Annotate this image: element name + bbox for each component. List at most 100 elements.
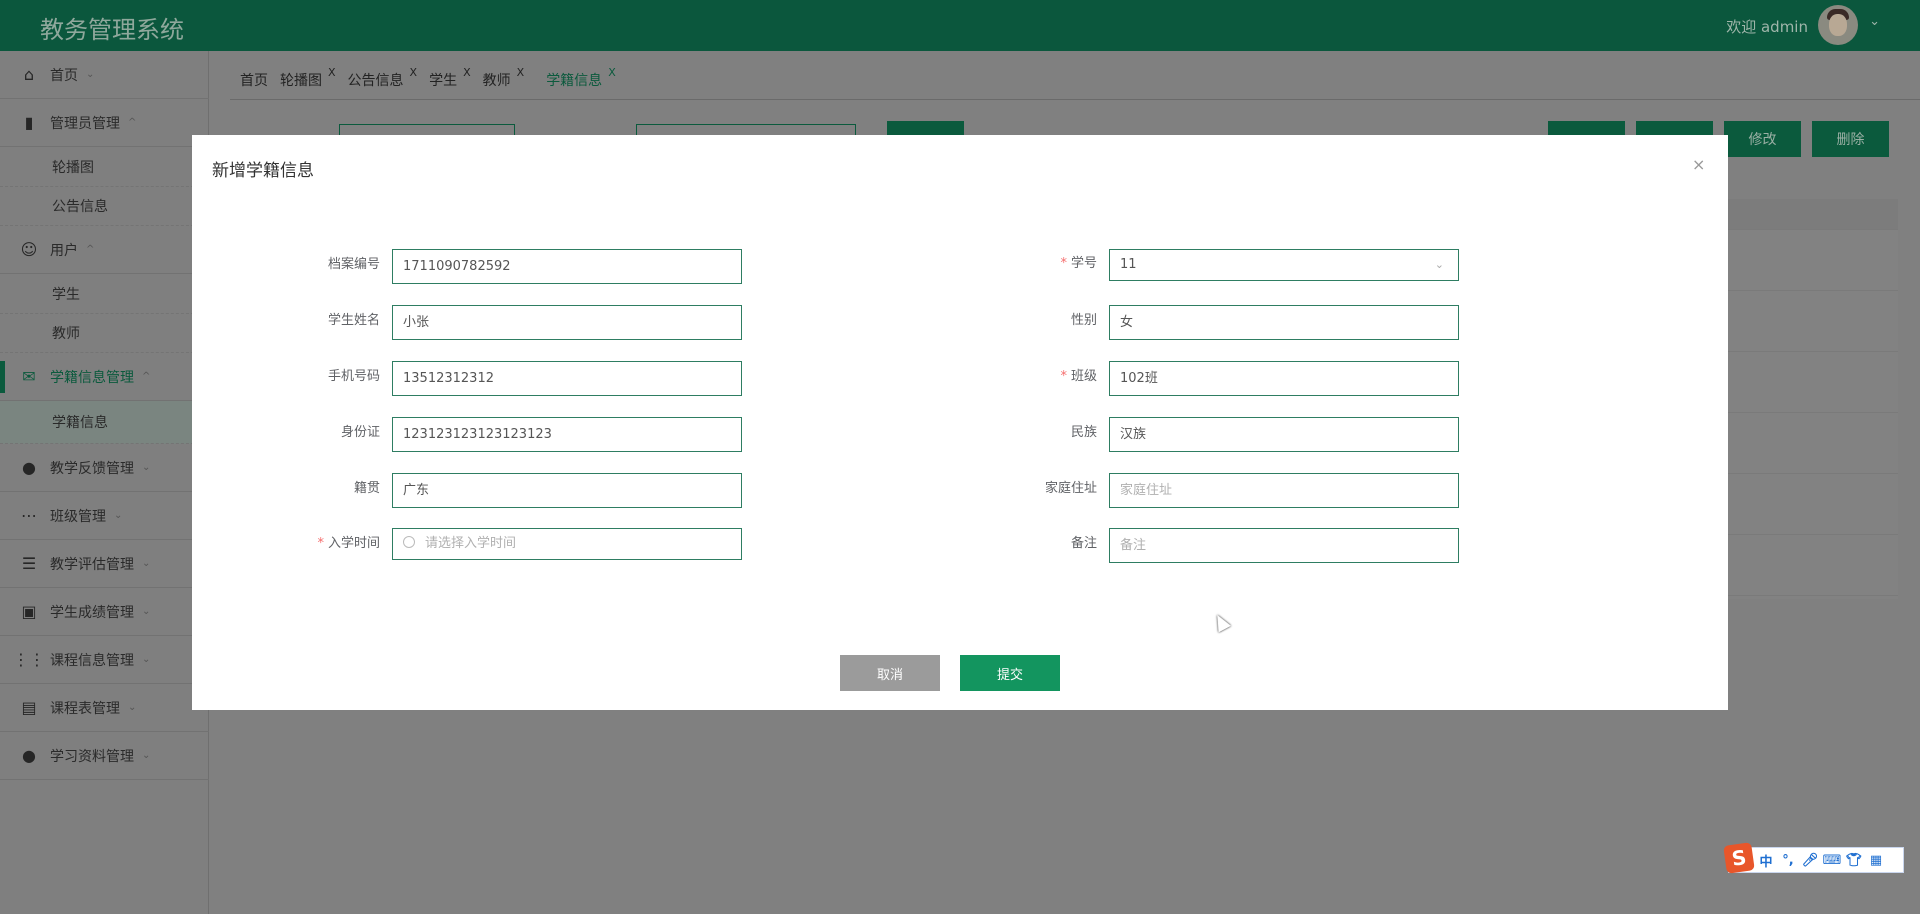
sidebar-item-label: 学生成绩管理 (50, 604, 134, 621)
sidebar: ⌂ 首页 ⌄ ▮ 管理员管理 ^ 轮播图 公告信息 ☺ 用户 ^ 学生 教师 ✉ 学籍信息管理… (0, 51, 209, 914)
user-icon: ☺ (20, 240, 38, 259)
sidebar-item-label: 班级管理 (50, 508, 106, 525)
chevron-down-icon: ⌄ (142, 750, 151, 761)
edit-button[interactable]: 修改 (1724, 121, 1801, 157)
tab-label: 学籍信息 (546, 73, 603, 89)
close-icon[interactable]: X (328, 66, 336, 79)
sidebar-item-label: 学籍信息管理 (50, 369, 134, 386)
chevron-down-icon: ⌄ (128, 702, 137, 713)
sidebar-item-label: 轮播图 (52, 159, 94, 176)
close-icon[interactable]: X (517, 66, 525, 79)
app-title: 教务管理系统 (40, 16, 184, 44)
tab-teacher[interactable]: 教师 X (483, 64, 525, 98)
close-icon[interactable]: X (463, 66, 471, 79)
field-label: 籍贯 (353, 481, 380, 496)
home-icon: ⌂ (23, 65, 35, 84)
close-icon[interactable]: × (1692, 155, 1705, 174)
keyboard-icon[interactable]: ⌨ (1821, 853, 1843, 868)
sidebar-item-label: 学生 (52, 286, 80, 303)
sidebar-item-admin[interactable]: ▮ 管理员管理 ^ (0, 99, 209, 147)
ime-toolbar[interactable]: S 中 °, 🎤︎ ⌨ 👕︎ ▦ (1723, 842, 1904, 874)
sidebar-item-notice[interactable]: 公告信息 (0, 187, 209, 226)
tab-bar: 首页 轮播图 X 公告信息 X 学生 X 教师 X 学籍信息 X (240, 64, 628, 98)
apps-icon[interactable]: ▦ (1865, 853, 1887, 868)
remark-input[interactable]: 备注 (1109, 528, 1459, 563)
drop-icon: ● (22, 746, 36, 765)
student-id-select[interactable]: 11 ⌄ (1109, 249, 1459, 281)
sidebar-item-label: 课程表管理 (50, 700, 120, 717)
sidebar-item-label: 课程信息管理 (50, 652, 134, 669)
select-value: 11 (1120, 257, 1137, 272)
clock-icon (403, 536, 415, 548)
tab-carousel[interactable]: 轮播图 X (280, 64, 336, 98)
tab-home[interactable]: 首页 (240, 64, 268, 98)
phone-input[interactable]: 13512312312 (392, 361, 742, 396)
class-input[interactable]: 102班 (1109, 361, 1459, 396)
sidebar-item-enrollment-mgmt[interactable]: ✉ 学籍信息管理 ^ (0, 353, 209, 401)
tab-enrollment-info[interactable]: 学籍信息 X (546, 64, 616, 98)
home-address-input[interactable]: 家庭住址 (1109, 473, 1459, 508)
field-label: * 入学时间 (317, 536, 380, 551)
enrollment-date-picker[interactable]: 请选择入学时间 (392, 528, 742, 560)
skin-icon[interactable]: 👕︎ (1843, 853, 1865, 868)
sidebar-item-label: 公告信息 (52, 199, 108, 215)
sidebar-item-courses[interactable]: ⋮⋮ 课程信息管理 ⌄ (0, 636, 209, 684)
field-label: * 班级 (1060, 369, 1097, 384)
tab-notice[interactable]: 公告信息 X (348, 64, 418, 98)
sidebar-item-class[interactable]: ⋯ 班级管理 ⌄ (0, 492, 209, 540)
sidebar-item-evaluation[interactable]: ☰ 教学评估管理 ⌄ (0, 540, 209, 588)
field-label: 家庭住址 (1044, 481, 1097, 496)
sidebar-item-home[interactable]: ⌂ 首页 ⌄ (0, 51, 209, 99)
ime-mode[interactable]: 中 (1755, 851, 1777, 870)
sidebar-item-teacher[interactable]: 教师 (0, 314, 209, 353)
sidebar-item-feedback[interactable]: ● 教学反馈管理 ⌄ (0, 444, 209, 492)
sidebar-item-schedule[interactable]: ▤ 课程表管理 ⌄ (0, 684, 209, 732)
submit-button[interactable]: 提交 (960, 655, 1060, 691)
field-label: 档案编号 (327, 257, 380, 272)
ime-punctuation[interactable]: °, (1777, 853, 1799, 868)
chevron-up-icon: ^ (128, 117, 137, 128)
avatar[interactable] (1818, 5, 1858, 45)
delete-button[interactable]: 删除 (1812, 121, 1889, 157)
sidebar-item-label: 学习资料管理 (50, 748, 134, 765)
placeholder-text: 请选择入学时间 (425, 536, 517, 551)
chevron-down-icon: ⌄ (142, 462, 151, 473)
sogou-logo-icon: S (1723, 842, 1755, 874)
sidebar-item-enrollment-info[interactable]: 学籍信息 (0, 401, 209, 444)
close-icon[interactable]: X (410, 66, 418, 79)
chevron-down-icon: ⌄ (142, 606, 151, 617)
sidebar-item-grades[interactable]: ▣ 学生成绩管理 ⌄ (0, 588, 209, 636)
ethnicity-input[interactable]: 汉族 (1109, 417, 1459, 452)
cancel-button[interactable]: 取消 (840, 655, 940, 691)
sidebar-item-label: 教学评估管理 (50, 556, 134, 573)
sidebar-item-student[interactable]: 学生 (0, 274, 209, 314)
store-icon: ▤ (21, 698, 37, 717)
sidebar-item-carousel[interactable]: 轮播图 (0, 147, 209, 187)
tab-label: 教师 (482, 73, 511, 89)
microphone-icon[interactable]: 🎤︎ (1799, 853, 1821, 868)
file-number-input[interactable]: 1711090782592 (392, 249, 742, 284)
gender-input[interactable]: 女 (1109, 305, 1459, 340)
chevron-down-icon[interactable]: ⌄ (1869, 14, 1880, 29)
mail-icon: ✉ (22, 367, 36, 386)
sidebar-item-users[interactable]: ☺ 用户 ^ (0, 226, 209, 274)
student-name-input[interactable]: 小张 (392, 305, 742, 340)
field-label: * 学号 (1060, 256, 1097, 271)
close-icon[interactable]: X (608, 66, 616, 79)
sidebar-item-label: 用户 (50, 242, 78, 259)
id-card-input[interactable]: 123123123123123123 (392, 417, 742, 452)
field-label: 性别 (1070, 313, 1097, 328)
chevron-up-icon: ^ (86, 244, 95, 255)
chevron-down-icon: ⌄ (86, 69, 95, 80)
sidebar-item-label: 管理员管理 (50, 115, 120, 132)
field-label: 民族 (1070, 425, 1097, 440)
book-icon: ▮ (24, 113, 34, 132)
divider (230, 99, 1920, 100)
chevron-down-icon: ⌄ (1434, 258, 1444, 271)
sidebar-item-materials[interactable]: ● 学习资料管理 ⌄ (0, 732, 209, 780)
sidebar-item-label: 教学反馈管理 (50, 460, 134, 477)
native-place-input[interactable]: 广东 (392, 473, 742, 508)
chevron-down-icon: ⌄ (114, 510, 123, 521)
chevron-up-icon: ^ (142, 371, 151, 382)
tab-student[interactable]: 学生 X (429, 64, 471, 98)
